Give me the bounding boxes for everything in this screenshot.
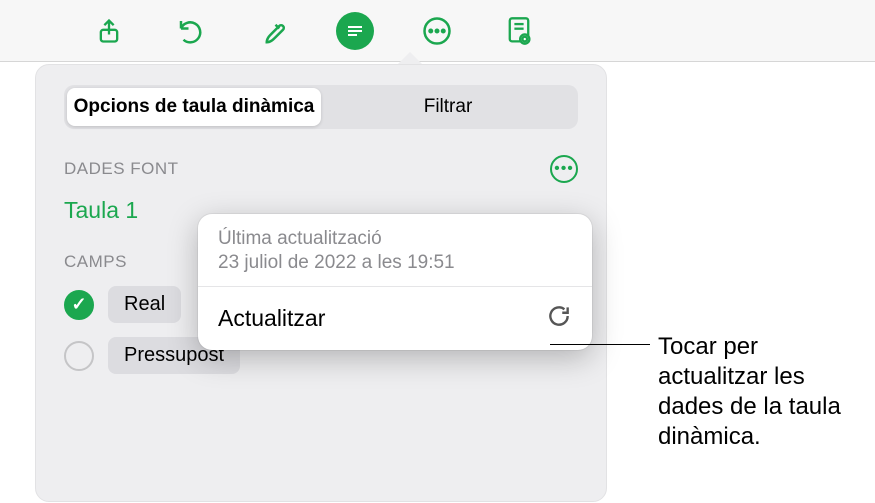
last-update-block: Última actualització 23 juliol de 2022 a… <box>198 214 592 287</box>
field-checkbox[interactable] <box>64 290 94 320</box>
refresh-icon <box>546 303 572 334</box>
tab-filter[interactable]: Filtrar <box>321 88 575 126</box>
callout-leader-line <box>550 344 650 345</box>
refresh-button[interactable]: Actualitzar <box>198 287 592 350</box>
undo-icon[interactable] <box>172 12 210 50</box>
last-update-timestamp: 23 juliol de 2022 a les 19:51 <box>218 252 572 274</box>
last-update-label: Última actualització <box>218 228 572 250</box>
ellipsis-icon: ••• <box>554 161 574 177</box>
source-data-heading: DADES FONT <box>64 159 179 179</box>
segmented-control: Opcions de taula dinàmica Filtrar <box>64 85 578 129</box>
document-view-icon[interactable] <box>500 12 538 50</box>
tab-pivot-options[interactable]: Opcions de taula dinàmica <box>67 88 321 126</box>
callout-text: Tocar per actualitzar les dades de la ta… <box>650 332 860 452</box>
field-checkbox[interactable] <box>64 341 94 371</box>
source-data-header-row: DADES FONT ••• <box>64 155 578 183</box>
format-brush-icon[interactable] <box>254 12 292 50</box>
share-icon[interactable] <box>90 12 128 50</box>
source-more-button[interactable]: ••• <box>550 155 578 183</box>
more-icon[interactable] <box>418 12 456 50</box>
refresh-button-label: Actualitzar <box>218 305 325 332</box>
popover-caret <box>398 52 422 64</box>
pivot-options-icon[interactable] <box>336 12 374 50</box>
help-callout: Tocar per actualitzar les dades de la ta… <box>550 332 860 452</box>
field-pill[interactable]: Real <box>108 286 181 323</box>
refresh-popup: Última actualització 23 juliol de 2022 a… <box>198 214 592 350</box>
toolbar <box>0 0 875 62</box>
